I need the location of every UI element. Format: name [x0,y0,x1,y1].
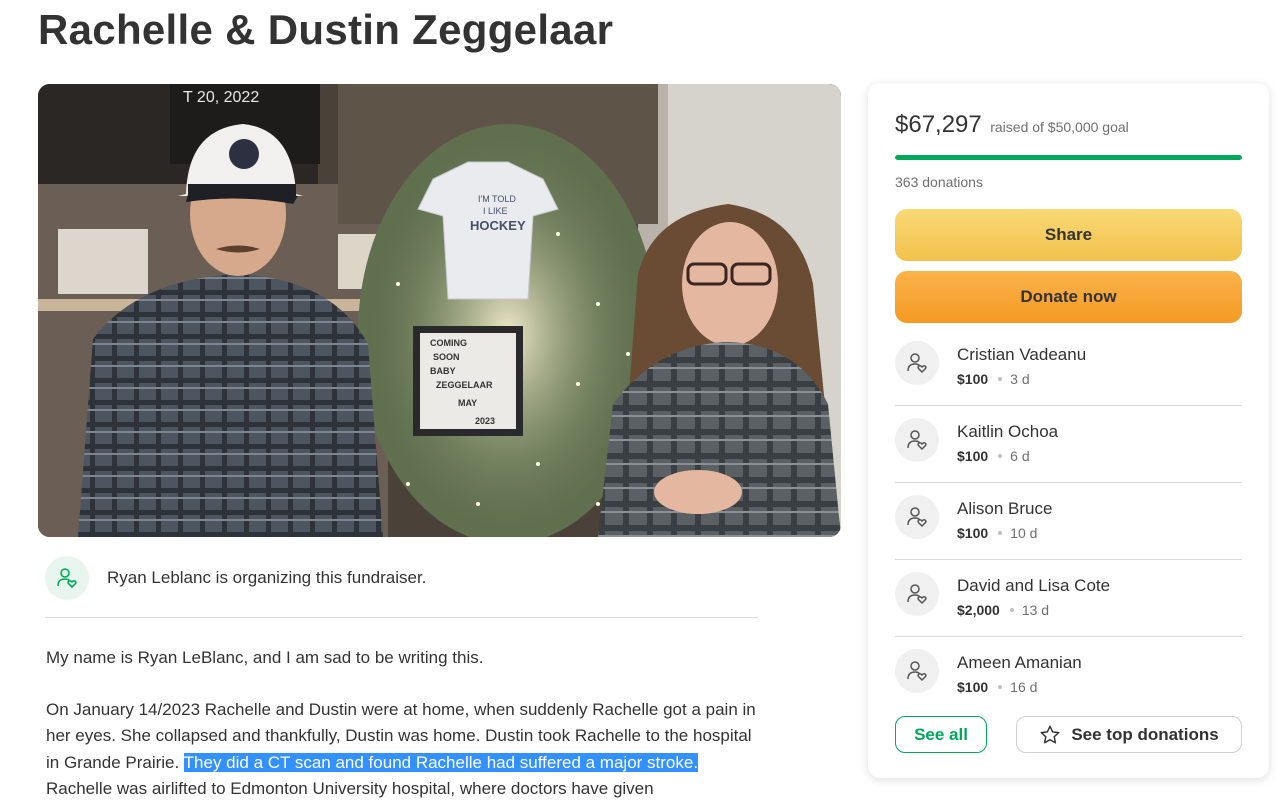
separator-dot [998,453,1003,458]
share-button[interactable]: Share [895,209,1242,261]
donation-meta: $100 6 d [957,448,1030,464]
see-all-button[interactable]: See all [895,716,987,753]
see-top-donations-button[interactable]: See top donations [1016,716,1242,753]
svg-text:2023: 2023 [475,416,495,426]
separator-dot [998,684,1003,689]
svg-text:SOON: SOON [433,352,460,362]
donation-item: Cristian Vadeanu $100 3 d [895,329,1242,406]
svg-text:COMING: COMING [430,338,467,348]
separator-dot [1009,607,1014,612]
donation-time: 13 d [1021,602,1050,618]
donor-name: Cristian Vadeanu [957,345,1087,364]
campaign-photo: T 20, 2022 I'M TOLD I LIKE HOCKEY COMING… [38,84,841,537]
progress-bar [895,155,1242,160]
see-top-donations-label: See top donations [1071,724,1219,744]
svg-text:HOCKEY: HOCKEY [470,218,526,233]
donation-meta: $100 16 d [957,679,1037,695]
donor-name: David and Lisa Cote [957,576,1111,595]
donation-amount: $100 [957,371,989,387]
donation-time: 3 d [1010,371,1030,387]
campaign-title: Rachelle & Dustin Zeggelaar [38,6,614,53]
star-icon [1040,725,1060,744]
story-paragraph: On January 14/2023 Rachelle and Dustin w… [46,697,761,803]
donate-now-button[interactable]: Donate now [895,271,1242,323]
svg-text:BABY: BABY [430,366,456,376]
progress-fill [895,155,1242,160]
donation-amount: $100 [957,679,989,695]
organizer-text: Ryan Leblanc is organizing this fundrais… [107,568,427,587]
amount-raised: $67,297 raised of $50,000 goal [895,111,1129,139]
donor-icon [895,418,939,462]
donation-meta: $100 3 d [957,371,1030,387]
donation-item: Ameen Amanian $100 16 d [895,637,1242,714]
story-text: My name is Ryan LeBlanc, and I am sad to… [46,645,761,806]
donation-item: David and Lisa Cote $2,000 13 d [895,560,1242,637]
donor-icon [895,341,939,385]
donation-meta: $2,000 13 d [957,602,1049,618]
donation-item: Alison Bruce $100 10 d [895,483,1242,560]
donation-card: $67,297 raised of $50,000 goal 363 donat… [868,83,1269,778]
recent-donations-list: Cristian Vadeanu $100 3 d Kaitlin Ochoa $… [895,329,1242,714]
organizer-row: Ryan Leblanc is organizing this fundrais… [45,556,758,618]
donation-time: 10 d [1010,525,1038,541]
svg-text:I'M TOLD: I'M TOLD [478,194,516,204]
donor-name: Alison Bruce [957,499,1053,518]
svg-text:I LIKE: I LIKE [483,206,508,216]
donor-icon [895,495,939,539]
donor-name: Ameen Amanian [957,653,1082,672]
person-heart-icon [45,556,89,600]
donor-icon [895,572,939,616]
donation-amount: $100 [957,525,989,541]
raised-amount: $67,297 [895,111,982,138]
svg-text:T 20, 2022: T 20, 2022 [183,89,259,106]
separator-dot [998,376,1003,381]
donation-item: Kaitlin Ochoa $100 6 d [895,406,1242,483]
donation-meta: $100 10 d [957,525,1037,541]
svg-text:MAY: MAY [458,398,477,408]
donation-time: 6 d [1010,448,1030,464]
story-paragraph: My name is Ryan LeBlanc, and I am sad to… [46,648,484,667]
donation-amount: $100 [957,448,989,464]
donation-time: 16 d [1010,679,1038,695]
donation-amount: $2,000 [957,602,1000,618]
donor-icon [895,649,939,693]
separator-dot [998,530,1003,535]
story-text-segment: Rachelle was airlifted to Edmonton Unive… [46,779,654,798]
goal-text: raised of $50,000 goal [990,119,1129,135]
svg-text:ZEGGELAAR: ZEGGELAAR [436,380,493,390]
donation-count: 363 donations [895,174,983,190]
selected-text: They did a CT scan and found Rachelle ha… [183,752,699,772]
donor-name: Kaitlin Ochoa [957,422,1059,441]
